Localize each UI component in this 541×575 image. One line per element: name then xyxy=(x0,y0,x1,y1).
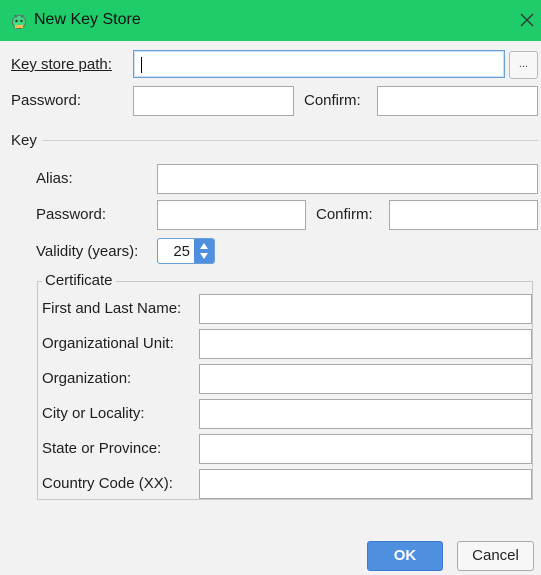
android-icon xyxy=(12,14,26,29)
window-title: New Key Store xyxy=(34,11,141,28)
first-last-name-input[interactable] xyxy=(199,294,532,324)
validity-value: 25 xyxy=(173,243,190,260)
text-caret xyxy=(141,57,142,73)
chevron-up-icon[interactable] xyxy=(199,242,209,250)
key-section-divider xyxy=(42,140,538,141)
key-confirm-label: Confirm: xyxy=(316,206,373,223)
organization-label: Organization: xyxy=(42,370,132,387)
organizational-unit-input[interactable] xyxy=(199,329,532,359)
key-section-label: Key xyxy=(11,132,37,149)
organizational-unit-label: Organizational Unit: xyxy=(42,335,174,352)
keystore-confirm-input[interactable] xyxy=(377,86,538,116)
keystore-password-input[interactable] xyxy=(133,86,294,116)
cancel-button[interactable]: Cancel xyxy=(457,541,534,571)
alias-input[interactable] xyxy=(157,164,538,194)
country-code-input[interactable] xyxy=(199,469,532,499)
city-locality-label: City or Locality: xyxy=(42,405,145,422)
alias-label: Alias: xyxy=(36,170,73,187)
spinner-arrows[interactable] xyxy=(194,239,214,263)
title-bar: New Key Store xyxy=(0,0,541,41)
city-locality-input[interactable] xyxy=(199,399,532,429)
keystore-password-label: Password: xyxy=(11,92,82,109)
state-province-label: State or Province: xyxy=(42,440,162,457)
keystore-path-label: Key store path: xyxy=(11,56,112,73)
state-province-input[interactable] xyxy=(199,434,532,464)
ok-button[interactable]: OK xyxy=(367,541,443,571)
organization-input[interactable] xyxy=(199,364,532,394)
key-password-input[interactable] xyxy=(157,200,306,230)
country-code-label: Country Code (XX): xyxy=(42,475,173,492)
chevron-down-icon[interactable] xyxy=(199,252,209,260)
key-confirm-input[interactable] xyxy=(389,200,538,230)
validity-label: Validity (years): xyxy=(36,243,139,260)
keystore-path-input[interactable] xyxy=(133,50,505,78)
key-password-label: Password: xyxy=(36,206,107,223)
close-icon[interactable] xyxy=(519,12,535,28)
certificate-group-title: Certificate xyxy=(42,272,116,290)
validity-spinner[interactable]: 25 xyxy=(157,238,215,264)
keystore-confirm-label: Confirm: xyxy=(304,92,361,109)
first-last-name-label: First and Last Name: xyxy=(42,300,182,317)
browse-button[interactable]: ... xyxy=(509,51,538,79)
